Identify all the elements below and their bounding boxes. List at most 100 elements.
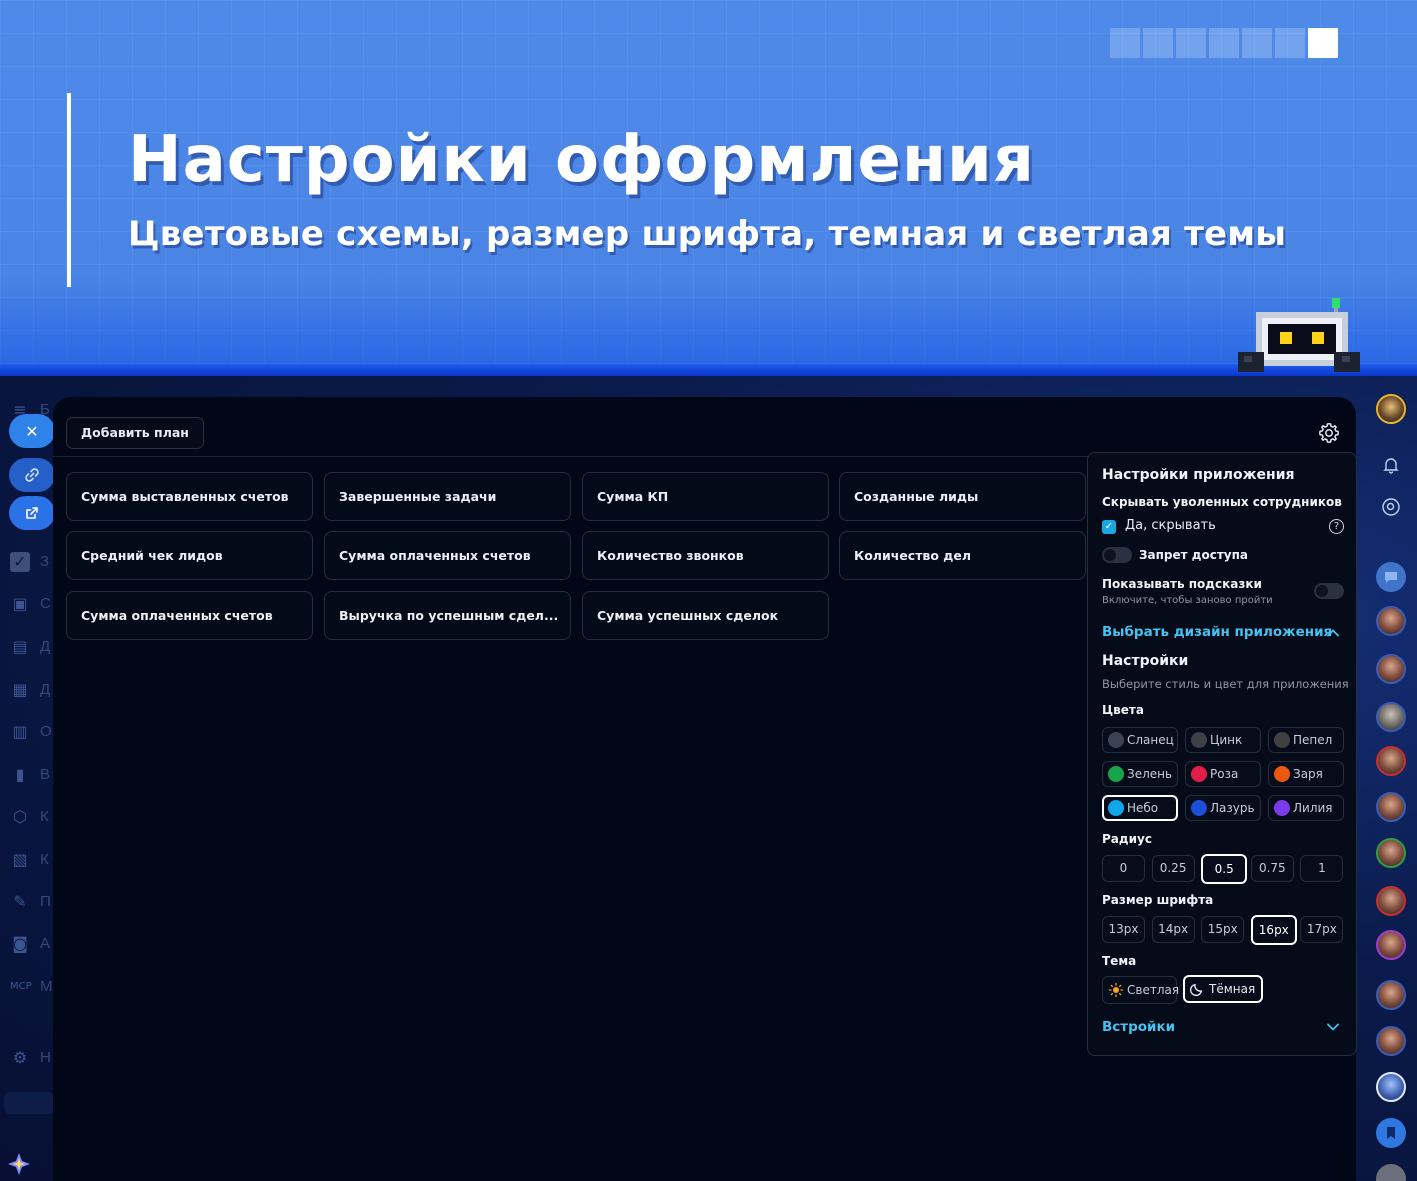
theme-dark-button[interactable]: Тёмная	[1183, 975, 1263, 1003]
color-swatch-option[interactable]: Лилия	[1268, 795, 1344, 821]
robot-mascot-icon	[1238, 298, 1360, 372]
radius-option[interactable]: 1	[1300, 855, 1344, 882]
metric-card[interactable]: Средний чек лидов	[66, 531, 313, 580]
metric-card[interactable]: Завершенные задачи	[324, 472, 571, 521]
chevron-down-icon[interactable]	[1326, 1020, 1340, 1034]
radius-option[interactable]: 0	[1102, 855, 1145, 882]
sidebar-collapsed-item[interactable]	[4, 1092, 54, 1114]
user-avatar[interactable]	[1376, 394, 1406, 424]
color-swatch-option[interactable]: Цинк	[1185, 727, 1261, 753]
metric-card[interactable]: Сумма оплаченных счетов	[324, 531, 571, 580]
color-swatch-option[interactable]: Пепел	[1268, 727, 1344, 753]
design-section-desc: Выберите стиль и цвет для приложения	[1102, 677, 1349, 691]
font-size-option[interactable]: 17px	[1300, 916, 1344, 943]
hints-label: Показывать подсказки	[1102, 577, 1262, 591]
bar-chart-icon[interactable]: ▮	[10, 765, 30, 785]
chat-search-icon[interactable]	[1376, 492, 1406, 522]
contact-avatar[interactable]	[1376, 1026, 1406, 1056]
color-dot	[1274, 766, 1290, 782]
hints-toggle[interactable]	[1314, 583, 1344, 599]
chevron-up-icon[interactable]	[1326, 626, 1340, 640]
radius-option[interactable]: 0.75	[1250, 855, 1294, 882]
calendar-icon[interactable]: ▥	[10, 722, 30, 742]
document-icon[interactable]: ▤	[10, 637, 30, 657]
pager-dot[interactable]	[1110, 28, 1140, 58]
presentation-icon[interactable]: ▦	[10, 680, 30, 700]
building-icon[interactable]: ▣	[10, 594, 30, 614]
design-section-toggle[interactable]: Выбрать дизайн приложения	[1102, 624, 1332, 640]
pager-dot[interactable]	[1143, 28, 1173, 58]
add-plan-button[interactable]: Добавить план	[66, 417, 204, 449]
color-swatch-option[interactable]: Лазурь	[1185, 795, 1261, 821]
color-swatch-option[interactable]: Небо	[1102, 795, 1178, 821]
chat-bubble-icon[interactable]	[1376, 562, 1406, 592]
bell-icon[interactable]	[1376, 450, 1406, 480]
sidebar-item-label: С	[40, 595, 51, 612]
pen-icon[interactable]: ✎	[10, 892, 30, 912]
font-size-option[interactable]: 16px	[1250, 915, 1297, 945]
edit-document-icon[interactable]: ▧	[10, 850, 30, 870]
pager-dot[interactable]	[1176, 28, 1206, 58]
hexagon-icon[interactable]: ⬡	[10, 807, 30, 827]
pager-dot[interactable]	[1242, 28, 1272, 58]
metric-card[interactable]: Созданные лиды	[839, 472, 1086, 521]
robot-icon[interactable]: ◙	[10, 934, 30, 954]
ai-sparkle-icon[interactable]	[6, 1151, 32, 1177]
pager-dot[interactable]	[1209, 28, 1239, 58]
color-dot	[1191, 766, 1207, 782]
color-swatch-label: Сланец	[1127, 733, 1174, 747]
hide-fired-checkbox[interactable]: ✓	[1102, 520, 1116, 534]
contact-avatar[interactable]	[1376, 702, 1406, 732]
color-swatch-option[interactable]: Заря	[1268, 761, 1344, 787]
contact-avatar[interactable]	[1376, 930, 1406, 960]
font-size-option[interactable]: 13px	[1102, 916, 1145, 943]
metric-card[interactable]: Количество звонков	[582, 531, 829, 580]
open-external-button[interactable]	[9, 496, 55, 530]
metric-card[interactable]: Сумма выставленных счетов	[66, 472, 313, 521]
metric-card[interactable]: Сумма успешных сделок	[582, 591, 829, 640]
contact-avatar[interactable]	[1376, 1164, 1406, 1181]
metric-card[interactable]: Сумма оплаченных счетов	[66, 591, 313, 640]
contact-avatar[interactable]	[1376, 606, 1406, 636]
close-button[interactable]: ✕	[9, 414, 55, 448]
contact-avatar[interactable]	[1376, 746, 1406, 776]
color-swatch-option[interactable]: Роза	[1185, 761, 1261, 787]
contact-avatar[interactable]	[1376, 654, 1406, 684]
sidebar-item-label: В	[40, 766, 51, 783]
color-dot	[1191, 800, 1207, 816]
theme-dark-label: Тёмная	[1209, 982, 1256, 996]
color-swatch-option[interactable]: Зелень	[1102, 761, 1178, 787]
access-ban-toggle[interactable]	[1102, 547, 1132, 563]
bookmark-icon[interactable]	[1376, 1118, 1406, 1148]
pager-dot[interactable]	[1275, 28, 1305, 58]
embeds-section-toggle[interactable]: Встройки	[1102, 1019, 1175, 1035]
contact-avatar[interactable]	[1376, 886, 1406, 916]
radius-option[interactable]: 0.5	[1201, 854, 1248, 884]
font-size-option[interactable]: 15px	[1201, 916, 1245, 943]
metric-card[interactable]: Количество дел	[839, 531, 1086, 580]
sidebar-item-label: А	[40, 935, 51, 952]
sidebar-item-label: Д	[40, 681, 51, 698]
app-settings-popover: Настройки приложения Скрывать уволенных …	[1087, 452, 1357, 1056]
contact-avatar[interactable]	[1376, 1072, 1406, 1102]
color-swatch-option[interactable]: Сланец	[1102, 727, 1178, 753]
contact-avatar[interactable]	[1376, 838, 1406, 868]
mcp-icon[interactable]: MCP	[10, 977, 32, 997]
metric-card[interactable]: Сумма КП	[582, 472, 829, 521]
metric-card[interactable]: Выручка по успешным сдел...	[324, 591, 571, 640]
color-swatch-label: Небо	[1127, 801, 1159, 815]
radius-option[interactable]: 0.25	[1151, 855, 1195, 882]
contact-avatar[interactable]	[1376, 792, 1406, 822]
contact-avatar[interactable]	[1376, 980, 1406, 1010]
theme-light-button[interactable]: Светлая	[1102, 976, 1179, 1004]
checkbox-icon[interactable]: ✓	[10, 552, 30, 572]
settings-icon[interactable]: ⚙	[10, 1048, 30, 1068]
link-button[interactable]	[9, 458, 55, 492]
moon-icon	[1189, 983, 1203, 997]
gear-icon[interactable]	[1317, 421, 1341, 445]
pager-dot-active[interactable]	[1308, 28, 1338, 58]
hero-subtitle: Цветовые схемы, размер шрифта, темная и …	[128, 214, 1287, 254]
font-size-option[interactable]: 14px	[1151, 916, 1195, 943]
help-icon[interactable]: ?	[1329, 519, 1344, 534]
hero-banner: Настройки оформления Цветовые схемы, раз…	[0, 0, 1417, 372]
